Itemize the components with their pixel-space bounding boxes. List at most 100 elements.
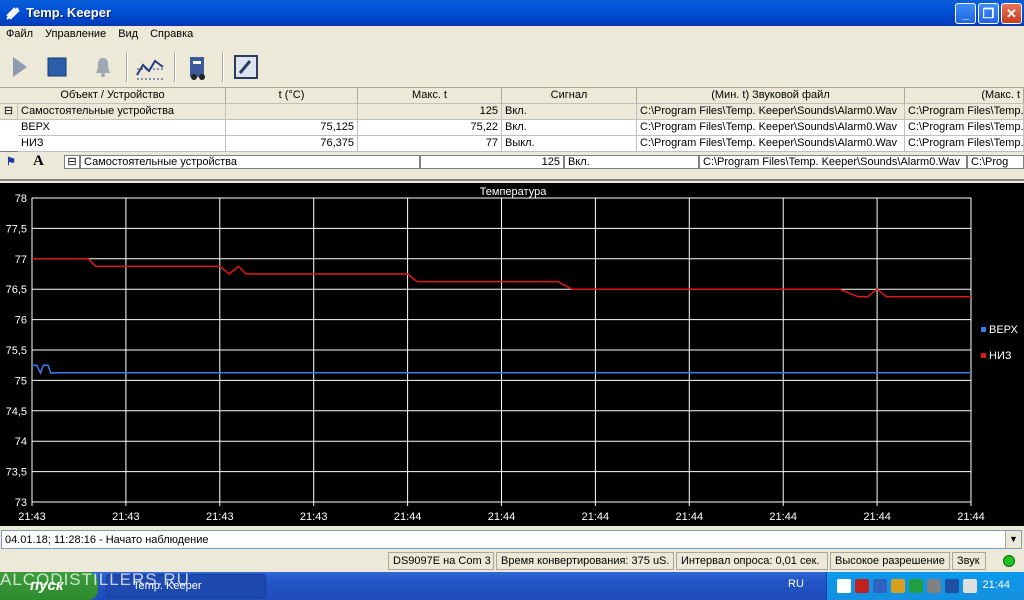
tray-display-icon[interactable] — [873, 579, 887, 593]
tray-security-icon[interactable] — [945, 579, 959, 593]
clock[interactable]: 21:44 — [982, 579, 1010, 591]
x-tick-label: 21:43 — [206, 511, 234, 523]
ghost-artifact: ⚑ A ⊟ Самостоятельные устройства 125 Вкл… — [0, 153, 1024, 181]
x-tick-label: 21:44 — [863, 511, 891, 523]
col-signal[interactable]: Сигнал — [502, 88, 637, 104]
chart-title: Температура — [480, 186, 548, 198]
status-device: DS9097E на Com 3 — [388, 552, 494, 570]
col-max-file[interactable]: (Макс. t — [905, 88, 1024, 104]
device-temp: 75,125 — [226, 120, 358, 136]
menu-help[interactable]: Справка — [144, 26, 199, 42]
settings-icon[interactable] — [229, 50, 263, 84]
toolbar-separator — [222, 52, 224, 82]
watermark: ALCODISTILLERS.RU — [0, 570, 190, 589]
close-button[interactable]: ✕ — [1001, 3, 1022, 24]
flag-icon: ⚑ — [6, 156, 16, 168]
ghost-group: Самостоятельные устройства — [80, 155, 420, 169]
group-min-file: C:\Program Files\Temp. Keeper\Sounds\Ala… — [637, 104, 905, 120]
col-max[interactable]: Макс. t — [358, 88, 502, 104]
tray-device-icon[interactable] — [927, 579, 941, 593]
toolbar-separator — [126, 52, 128, 82]
tray-volume-icon[interactable] — [891, 579, 905, 593]
device-max-file: C:\Program Files\Temp. — [905, 136, 1024, 152]
x-tick-label: 21:44 — [488, 511, 516, 523]
event-log[interactable]: 04.01.18; 11:28:16 - Начато наблюдение ▼ — [1, 530, 1022, 549]
language-indicator[interactable]: RU — [788, 578, 804, 590]
ghost-max: 125 — [420, 155, 564, 169]
y-tick-label: 75,5 — [6, 345, 27, 357]
status-conversion: Время конвертирования: 375 uS. — [496, 552, 674, 570]
group-signal: Вкл. — [502, 104, 637, 120]
y-tick-label: 74,5 — [6, 406, 27, 418]
device-icon[interactable] — [181, 50, 215, 84]
device-min-file: C:\Program Files\Temp. Keeper\Sounds\Ala… — [637, 120, 905, 136]
device-name: НИЗ — [18, 136, 226, 152]
legend-marker — [981, 327, 986, 332]
menu-bar: Файл Управление Вид Справка — [0, 26, 1024, 45]
table-row[interactable]: НИЗ 76,375 77 Выкл. C:\Program Files\Tem… — [0, 136, 1024, 152]
status-bar: DS9097E на Com 3 Время конвертирования: … — [0, 551, 1024, 571]
device-signal: Выкл. — [502, 136, 637, 152]
temperature-chart: Температура 73 73,5 74 74,5 75 75,5 76 76,5 77 77… — [0, 183, 1024, 526]
tray-update-icon[interactable] — [909, 579, 923, 593]
status-led-icon — [1003, 555, 1015, 567]
status-resolution: Высокое разрешение — [830, 552, 950, 570]
device-min-file: C:\Program Files\Temp. Keeper\Sounds\Ala… — [637, 136, 905, 152]
bell-icon[interactable] — [86, 50, 120, 84]
x-tick-label: 21:44 — [957, 511, 985, 523]
app-icon — [6, 7, 20, 20]
device-max: 77 — [358, 136, 502, 152]
stop-button[interactable] — [40, 50, 74, 84]
x-tick-label: 21:43 — [112, 511, 140, 523]
x-tick-label: 21:43 — [300, 511, 328, 523]
x-tick-label: 21:44 — [769, 511, 797, 523]
legend-label: НИЗ — [989, 350, 1012, 362]
y-tick-label: 76,5 — [6, 284, 27, 296]
tray-misc-icon[interactable] — [963, 579, 977, 593]
log-text: 04.01.18; 11:28:16 - Начато наблюдение — [5, 534, 209, 546]
col-object[interactable]: Объект / Устройство — [0, 88, 226, 104]
graph-icon[interactable] — [133, 50, 167, 84]
status-sound: Звук — [952, 552, 986, 570]
tray-network-icon[interactable] — [855, 579, 869, 593]
play-button[interactable] — [2, 50, 36, 84]
menu-view[interactable]: Вид — [112, 26, 144, 42]
chart-svg: Температура 73 73,5 74 74,5 75 75,5 76 76,5 77 77… — [6, 186, 1019, 523]
table-row[interactable]: ВЕРХ 75,125 75,22 Вкл. C:\Program Files\… — [0, 120, 1024, 136]
y-tick-label: 77,5 — [6, 223, 27, 235]
device-max: 75,22 — [358, 120, 502, 136]
x-tick-label: 21:44 — [394, 511, 422, 523]
menu-control[interactable]: Управление — [39, 26, 112, 42]
title-bar[interactable]: Temp. Keeper _ ❐ ✕ — [0, 0, 1024, 26]
system-tray: 21:44 — [826, 572, 1024, 600]
ghost-signal: Вкл. — [564, 155, 699, 169]
collapse-icon[interactable]: ⊟ — [0, 104, 18, 120]
maximize-button[interactable]: ❐ — [978, 3, 999, 24]
ghost-file: C:\Program Files\Temp. Keeper\Sounds\Ala… — [699, 155, 967, 169]
device-max-file: C:\Program Files\Temp. — [905, 120, 1024, 136]
x-tick-label: 21:44 — [676, 511, 704, 523]
log-dropdown-icon[interactable]: ▼ — [1005, 531, 1021, 548]
menu-file[interactable]: Файл — [0, 26, 39, 42]
legend-label: ВЕРХ — [989, 324, 1019, 336]
device-name: ВЕРХ — [18, 120, 226, 136]
col-min-file[interactable]: (Мин. t) Звуковой файл — [637, 88, 905, 104]
status-interval: Интервал опроса: 0,01 сек. — [676, 552, 828, 570]
device-temp: 76,375 — [226, 136, 358, 152]
ghost-file2: C:\Prog — [967, 155, 1024, 169]
group-temp — [226, 104, 358, 120]
col-temp[interactable]: t (°C) — [226, 88, 358, 104]
group-name: Самостоятельные устройства — [18, 104, 226, 120]
minimize-button[interactable]: _ — [955, 3, 976, 24]
y-tick-label: 74 — [15, 436, 27, 448]
toolbar-separator — [174, 52, 176, 82]
toolbar — [0, 46, 1024, 88]
y-tick-label: 73 — [15, 497, 27, 509]
group-max: 125 — [358, 104, 502, 120]
table-row[interactable]: ⊟ Самостоятельные устройства 125 Вкл. C:… — [0, 104, 1024, 120]
y-tick-label: 78 — [15, 193, 27, 205]
y-tick-label: 76 — [15, 315, 27, 327]
legend-marker — [981, 353, 986, 358]
tray-app-icon[interactable] — [837, 579, 851, 593]
x-tick-label: 21:43 — [18, 511, 46, 523]
